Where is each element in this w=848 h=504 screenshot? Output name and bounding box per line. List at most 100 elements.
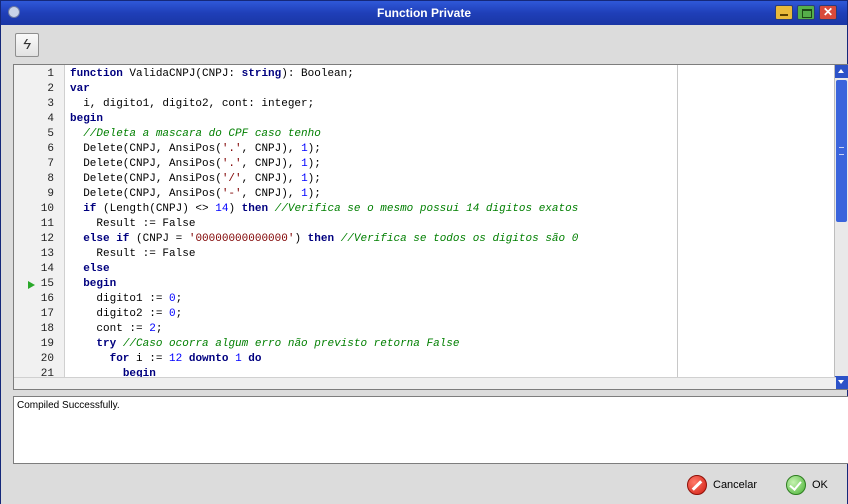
code-token: //Deleta a mascara do CPF caso tenho: [70, 128, 321, 140]
code-line[interactable]: 4 begin: [14, 112, 834, 127]
code-token: try: [96, 338, 117, 350]
cancel-icon: [687, 475, 707, 496]
code-text: else if (CNPJ = '00000000000000') then /…: [70, 232, 578, 247]
code-token: , CNPJ),: [241, 158, 302, 170]
code-line[interactable]: 9 Delete(CNPJ, AnsiPos('-', CNPJ), 1);: [14, 187, 834, 202]
code-line[interactable]: 6 Delete(CNPJ, AnsiPos('.', CNPJ), 1);: [14, 142, 834, 157]
code-line[interactable]: 18 cont := 2;: [14, 322, 834, 337]
code-token: do: [248, 353, 262, 365]
code-line[interactable]: 2 var: [14, 82, 834, 97]
code-text: cont := 2;: [70, 322, 162, 337]
line-number: 18: [40, 323, 54, 335]
code-token: else if: [83, 233, 130, 245]
code-line[interactable]: 14 else: [14, 262, 834, 277]
code-line[interactable]: 10 if (Length(CNPJ) <> 14) then //Verifi…: [14, 202, 834, 217]
code-text: function ValidaCNPJ(CNPJ: string): Boole…: [70, 67, 354, 82]
code-line[interactable]: 20 for i := 12 downto 1 do: [14, 352, 834, 367]
code-token: );: [307, 158, 321, 170]
code-token: '00000000000000': [188, 233, 295, 245]
code-token: for: [109, 353, 130, 365]
code-line[interactable]: 11 Result := False: [14, 217, 834, 232]
code-line[interactable]: 7 Delete(CNPJ, AnsiPos('.', CNPJ), 1);: [14, 157, 834, 172]
line-number: 16: [40, 293, 54, 305]
code-token: 1: [301, 188, 308, 200]
vertical-scrollbar[interactable]: [834, 65, 848, 389]
code-token: Delete(CNPJ, AnsiPos(: [70, 143, 222, 155]
code-token: then: [307, 233, 335, 245]
code-line[interactable]: 5 //Deleta a mascara do CPF caso tenho: [14, 127, 834, 142]
ok-button[interactable]: OK: [786, 474, 828, 496]
code-text: for i := 12 downto 1 do: [70, 352, 262, 367]
code-token: downto: [188, 353, 229, 365]
code-text: begin: [70, 277, 116, 292]
code-token: , CNPJ),: [241, 188, 302, 200]
line-number: 4: [47, 113, 54, 125]
code-token: ValidaCNPJ(CNPJ:: [122, 68, 242, 80]
code-editor[interactable]: 1 function ValidaCNPJ(CNPJ: string): Bool…: [13, 64, 848, 390]
code-token: then: [241, 203, 269, 215]
code-token: 1: [301, 173, 308, 185]
scroll-down-button[interactable]: [835, 376, 848, 389]
code-token: '-': [221, 188, 242, 200]
code-line[interactable]: 17 digito2 := 0;: [14, 307, 834, 322]
line-number: 12: [40, 233, 54, 245]
close-button[interactable]: ✕: [819, 5, 837, 20]
code-line[interactable]: 8 Delete(CNPJ, AnsiPos('/', CNPJ), 1);: [14, 172, 834, 187]
code-token: , CNPJ),: [241, 173, 302, 185]
line-number: 11: [40, 218, 54, 230]
scroll-thumb[interactable]: [836, 80, 847, 222]
title-bar[interactable]: Function Private ✕: [1, 1, 847, 25]
cancel-label: Cancelar: [713, 479, 758, 491]
code-token: );: [307, 143, 321, 155]
code-token: digito1 :=: [70, 293, 170, 305]
code-text: //Deleta a mascara do CPF caso tenho: [70, 127, 321, 142]
maximize-button[interactable]: [797, 5, 815, 20]
code-token: ): [228, 203, 242, 215]
code-line[interactable]: 1 function ValidaCNPJ(CNPJ: string): Bool…: [14, 67, 834, 82]
compiler-output-panel[interactable]: Compiled Successfully.: [13, 396, 848, 464]
code-line[interactable]: 19 try //Caso ocorra algum erro não prev…: [14, 337, 834, 352]
cancel-button[interactable]: Cancelar: [687, 474, 757, 496]
code-token: Delete(CNPJ, AnsiPos(: [70, 188, 222, 200]
minimize-button[interactable]: [775, 5, 793, 20]
code-token: if: [83, 203, 97, 215]
code-line[interactable]: 13 Result := False: [14, 247, 834, 262]
code-token: //Verifica se o mesmo possui 14 digitos …: [274, 203, 579, 215]
compile-button[interactable]: ϟ: [15, 33, 39, 57]
code-text: else: [70, 262, 109, 277]
code-token: 2: [149, 323, 156, 335]
code-token: //Verifica se todos os digitos são 0: [340, 233, 579, 245]
line-number: 7: [47, 158, 54, 170]
code-token: 1: [301, 158, 308, 170]
execution-arrow-icon[interactable]: [28, 281, 35, 289]
line-number: 2: [47, 83, 54, 95]
code-token: 0: [169, 293, 176, 305]
code-token: 1: [235, 353, 242, 365]
horizontal-scrollbar[interactable]: [14, 377, 836, 389]
code-line[interactable]: 16 digito1 := 0;: [14, 292, 834, 307]
code-token: , CNPJ),: [241, 143, 302, 155]
dialog-footer: Cancelar OK: [1, 466, 847, 504]
code-token: //Caso ocorra algum erro não previsto re…: [122, 338, 460, 350]
line-number: 9: [47, 188, 54, 200]
code-text: digito1 := 0;: [70, 292, 182, 307]
scroll-up-button[interactable]: [835, 65, 848, 78]
code-line[interactable]: 15 begin: [14, 277, 834, 292]
function-editor-window: Function Private ✕ ϟ 1 function ValidaCNP…: [0, 0, 848, 504]
ok-label: OK: [812, 479, 828, 491]
code-token: function: [70, 68, 123, 80]
code-line[interactable]: 12 else if (CNPJ = '00000000000000') the…: [14, 232, 834, 247]
line-number: 14: [40, 263, 54, 275]
code-token: ;: [155, 323, 163, 335]
checkmark-icon: [786, 475, 806, 496]
code-token: 0: [169, 308, 176, 320]
code-line[interactable]: 3 i, digito1, digito2, cont: integer;: [14, 97, 834, 112]
code-token: ;: [175, 293, 183, 305]
